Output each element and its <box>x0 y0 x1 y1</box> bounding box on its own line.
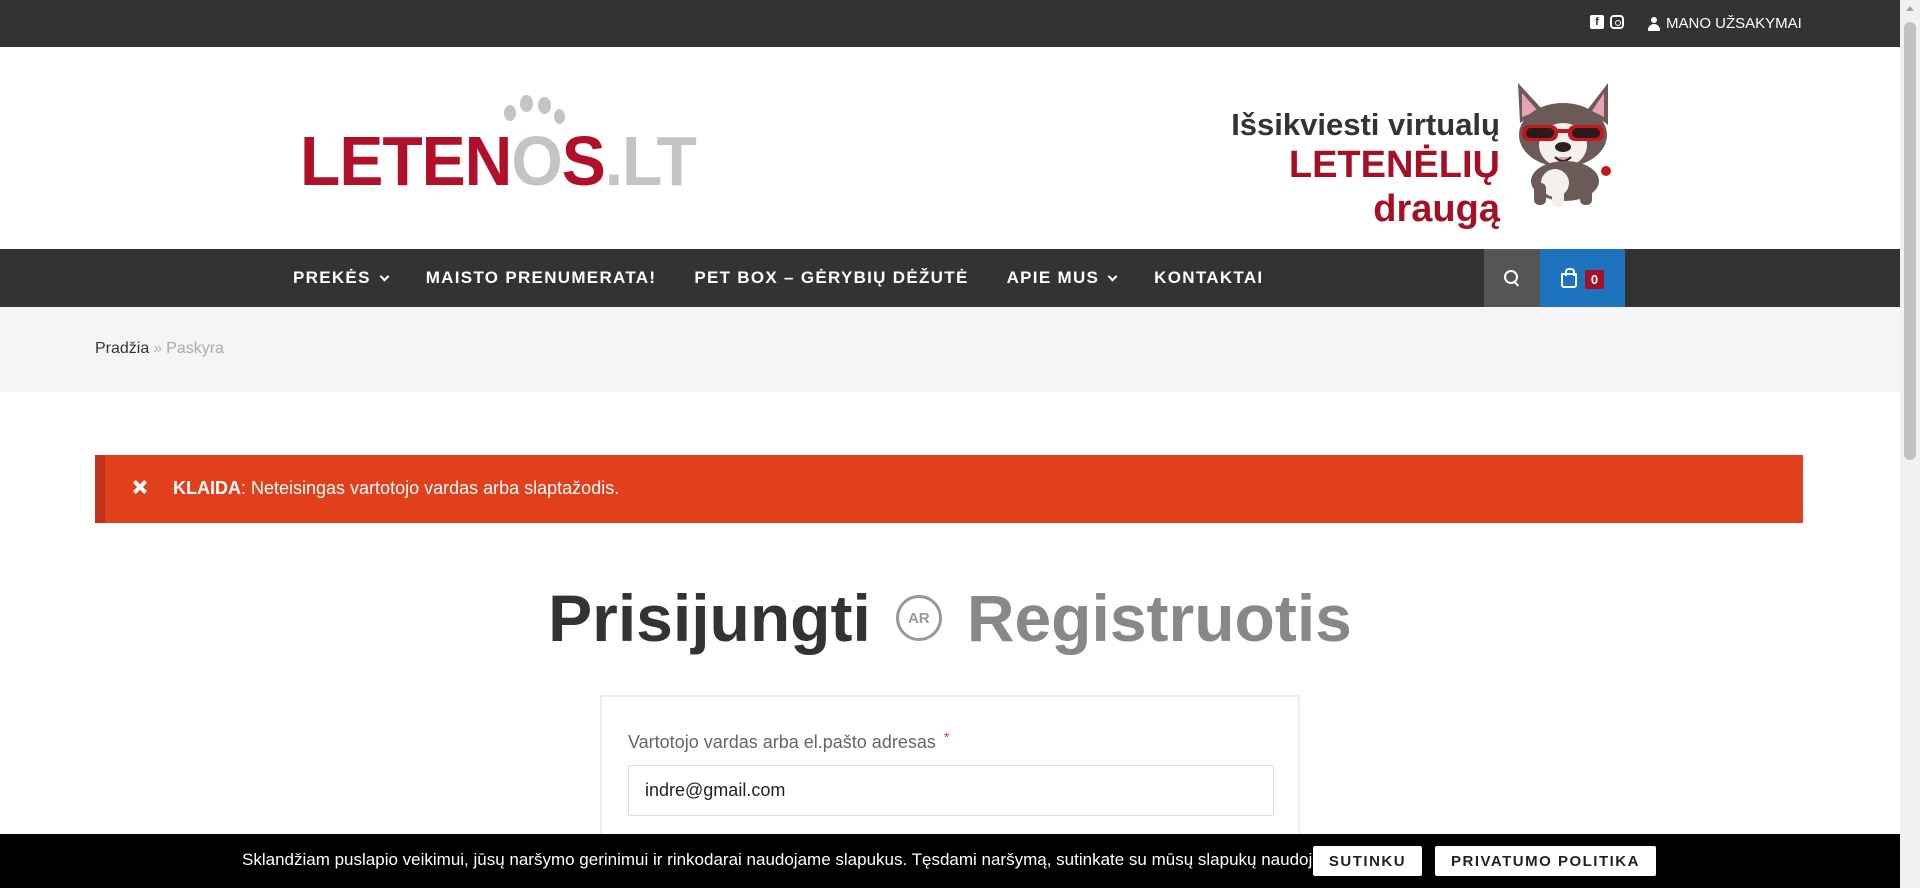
scrollbar-thumb[interactable] <box>1904 22 1916 460</box>
user-icon <box>1648 16 1660 31</box>
breadcrumb-separator: » <box>153 340 163 357</box>
nav-item-label: APIE MUS <box>1006 268 1100 287</box>
nav-item-pet-box[interactable]: PET BOX – GĖRYBIŲ DĖŽUTĖ <box>694 268 968 288</box>
site-logo[interactable]: LETENOS.LT <box>300 95 697 200</box>
login-tab[interactable]: Prisijungti <box>548 580 871 656</box>
virtual-friend-promo[interactable]: Išsikviesti virtualų LETENĖLIŲ draugą <box>1170 107 1500 231</box>
site-header: LETENOS.LT Išsikviesti virtualų LETENĖLI… <box>0 47 1900 249</box>
promo-line-1: Išsikviesti virtualų <box>1231 107 1500 142</box>
error-text: : Neteisingas vartotojo vardas arba slap… <box>241 478 620 498</box>
top-bar: f MANO UŽSAKYMAI <box>0 0 1900 47</box>
promo-line-2: LETENĖLIŲ draugą <box>1288 144 1500 230</box>
cookie-consent-bar: Sklandžiam puslapio veikimui, jūsų naršy… <box>0 834 1900 888</box>
nav-item-kontaktai[interactable]: KONTAKTAI <box>1154 268 1263 288</box>
required-mark: * <box>943 729 950 745</box>
accept-cookies-button[interactable]: SUTINKU <box>1313 846 1422 876</box>
breadcrumb-current: Paskyra <box>166 340 224 357</box>
search-button[interactable] <box>1484 249 1540 307</box>
search-icon <box>1504 270 1520 286</box>
nav-item-label: PREKĖS <box>293 268 371 287</box>
username-input[interactable] <box>628 765 1274 816</box>
shopping-bag-icon <box>1560 267 1577 288</box>
cart-button[interactable]: 0 <box>1540 249 1625 307</box>
cart-count-badge: 0 <box>1584 269 1605 289</box>
bulldog-illustration[interactable] <box>1510 83 1615 207</box>
logo-wordmark: LETENOS.LT <box>300 122 697 200</box>
scroll-up-arrow-icon[interactable] <box>1906 6 1914 11</box>
page: f MANO UŽSAKYMAI LETENOS.LT Išsikviesti … <box>0 0 1920 888</box>
social-links: f <box>1590 15 1624 29</box>
nav-item-prekes[interactable]: PREKĖS <box>293 268 390 288</box>
close-icon <box>132 479 148 495</box>
nav-item-label: MAISTO PRENUMERATA! <box>425 268 657 287</box>
or-divider: AR <box>895 595 942 641</box>
main-navigation: PREKĖS MAISTO PRENUMERATA! PET BOX – GĖR… <box>0 249 1900 307</box>
nav-item-label: KONTAKTAI <box>1154 268 1264 287</box>
username-label: Vartotojo vardas arba el.pašto adresas * <box>628 729 950 752</box>
nav-item-maisto-prenumerata[interactable]: MAISTO PRENUMERATA! <box>426 268 657 288</box>
nav-item-apie-mus[interactable]: APIE MUS <box>1006 268 1118 288</box>
register-tab[interactable]: Registruotis <box>967 580 1352 656</box>
breadcrumb: Pradžia» Paskyra <box>95 340 224 358</box>
error-message: KLAIDA: Neteisingas vartotojo vardas arb… <box>173 478 619 499</box>
my-orders-label: MANO UŽSAKYMAI <box>1666 15 1802 32</box>
nav-item-label: PET BOX – GĖRYBIŲ DĖŽUTĖ <box>694 268 969 287</box>
auth-heading: Prisijungti AR Registruotis <box>0 580 1900 656</box>
my-orders-link[interactable]: MANO UŽSAKYMAI <box>1648 15 1802 32</box>
facebook-icon[interactable]: f <box>1590 15 1604 29</box>
nav-menu: PREKĖS MAISTO PRENUMERATA! PET BOX – GĖR… <box>293 249 1301 307</box>
chevron-down-icon <box>379 271 390 281</box>
breadcrumb-home-link[interactable]: Pradžia <box>95 340 149 357</box>
privacy-policy-button[interactable]: PRIVATUMO POLITIKA <box>1435 846 1656 876</box>
error-notice: KLAIDA: Neteisingas vartotojo vardas arb… <box>95 455 1803 523</box>
instagram-icon[interactable] <box>1610 15 1624 29</box>
chevron-down-icon <box>1107 271 1118 281</box>
error-label: KLAIDA <box>173 478 241 498</box>
breadcrumb-bar: Pradžia» Paskyra <box>0 307 1900 392</box>
cookie-text: Sklandžiam puslapio veikimui, jūsų naršy… <box>242 850 1345 869</box>
page-scrollbar[interactable] <box>1900 0 1920 888</box>
